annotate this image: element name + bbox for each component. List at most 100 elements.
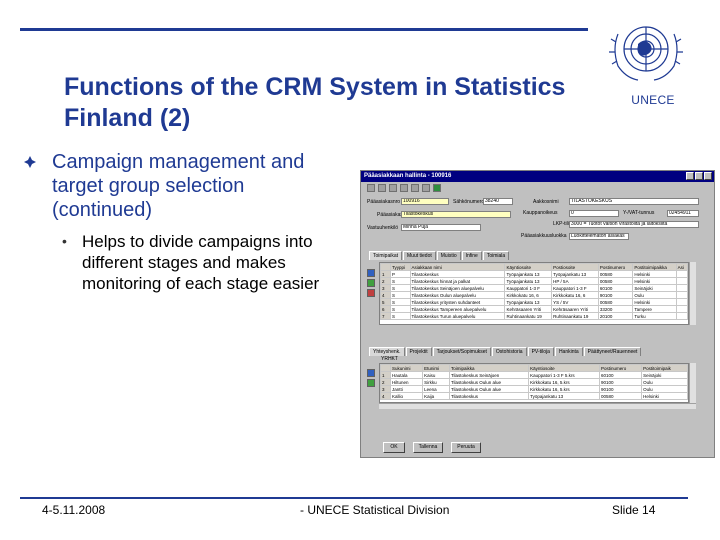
cell[interactable]: Ruhtinaankatu 19 [551, 312, 599, 320]
cell[interactable]: Tilastokeskus Seinäjoen aluepalvelu [409, 284, 506, 292]
cell[interactable]: Työpajankatu 13 [551, 270, 599, 278]
table-row[interactable]: 3 Jantti Leena Tilastokeskus Oulun alue … [380, 385, 688, 393]
contacts-vscroll[interactable] [689, 363, 696, 403]
table-row[interactable]: 4 Kallio Kaija Tilastokeskus Työpajankat… [380, 392, 688, 400]
field-sahkonro[interactable]: 38240 [483, 198, 513, 205]
cell[interactable]: Tilastokeskus Turun aluepalvelu [409, 312, 506, 320]
cell[interactable]: Leena [422, 385, 450, 393]
cell[interactable]: Kirkkokatu 16, 5.krs [528, 385, 600, 393]
table-row[interactable]: 3 S Tilastokeskus Seinäjoen aluepalvelu … [380, 284, 688, 292]
table-row[interactable]: 4 S Tilastokeskus Oulun aluepalvelu Kirk… [380, 291, 688, 299]
cell[interactable]: 00580 [598, 392, 643, 400]
field-aakkosnimi[interactable]: TILASTOKESKUS [569, 198, 699, 205]
tab-toimipaikat[interactable]: Toimipaikat [369, 251, 403, 260]
cell[interactable] [675, 298, 688, 306]
cell[interactable]: Helsinki [632, 270, 677, 278]
cell[interactable] [675, 291, 688, 299]
cell[interactable]: Tampere [632, 305, 677, 313]
cell[interactable] [675, 270, 688, 278]
cell[interactable]: Hiltunen [389, 378, 424, 386]
field-asiakasnro[interactable]: 100916 [401, 198, 449, 205]
field-lkp[interactable]: 3000 = Tuotot valtion virastoilta ja lai… [569, 221, 699, 228]
col-header[interactable]: Postinumero [597, 263, 634, 271]
col-header[interactable]: Etunimi [422, 364, 450, 372]
cell[interactable]: Helsinki [641, 392, 688, 400]
field-asiakas[interactable]: Tilastokeskus [401, 211, 511, 218]
col-header[interactable]: Käyntiosoite [504, 263, 553, 271]
table-row[interactable]: 2 Hiltunen Sirkku Tilastokeskus Oulun al… [380, 378, 688, 386]
cell[interactable]: Työpajankatu 13 [504, 277, 553, 285]
cell[interactable]: Tilastokeskus Seinäjoen [448, 371, 530, 379]
toolbar-lock-icon[interactable] [367, 184, 375, 192]
minimize-icon[interactable] [686, 172, 694, 180]
cell[interactable]: Seinäjoki [632, 284, 677, 292]
cell[interactable]: Kirkkokatu 16, 6 [551, 291, 599, 299]
tab-pv-tiloja[interactable]: PV-tiloja [527, 347, 554, 356]
close-icon[interactable] [704, 172, 712, 180]
edit-row-icon[interactable] [367, 279, 375, 287]
tab-paattyneet[interactable]: Päättyneet/Rauenneet [583, 347, 642, 356]
cell[interactable]: 33200 [597, 305, 634, 313]
toolbar-exit-icon[interactable] [433, 184, 441, 192]
cell[interactable]: Tilastokeskus [448, 392, 530, 400]
maximize-icon[interactable] [695, 172, 703, 180]
cell[interactable]: 90100 [598, 385, 643, 393]
toolbar-save-icon[interactable] [400, 184, 408, 192]
cell[interactable]: 60100 [597, 284, 634, 292]
tab-toimiala[interactable]: Toimiala [482, 251, 510, 260]
cell[interactable]: Tilastokeskus hinnat ja palkat [409, 277, 506, 285]
contacts-hscroll[interactable] [379, 403, 696, 409]
tab-muistio[interactable]: Muistio [436, 251, 461, 260]
cell[interactable]: Oulu [641, 385, 688, 393]
cell[interactable]: P [390, 270, 411, 278]
locations-vscroll[interactable] [689, 262, 696, 325]
cell[interactable]: Kauppatori 1-3 F 5.krs [528, 371, 600, 379]
toolbar-search-icon[interactable] [378, 184, 386, 192]
cell[interactable]: Oulu [632, 291, 677, 299]
cell[interactable]: Kehräsaaren Yriti [504, 305, 553, 313]
toolbar-delete-icon[interactable] [422, 184, 430, 192]
cell[interactable]: S [390, 284, 411, 292]
field-luokka[interactable]: Luokittelematon asiakas [569, 233, 629, 240]
col-header[interactable]: Postinumero [598, 364, 643, 372]
col-header[interactable]: Postitoimipaikka [632, 263, 677, 271]
cell[interactable]: Tilastokeskus Oulun aluepalvelu [409, 291, 506, 299]
cell[interactable]: Kirkkokatu 16, 5.krs [528, 378, 600, 386]
cell[interactable]: S [390, 305, 411, 313]
cell[interactable]: Jantti [389, 385, 424, 393]
cell[interactable] [675, 312, 688, 320]
cell[interactable]: S [390, 291, 411, 299]
cell[interactable]: S [390, 298, 411, 306]
cell[interactable]: Turku [632, 312, 677, 320]
table-row[interactable]: 5 S Tilastokeskus yritysten suhdanteet T… [380, 298, 688, 306]
tab-muut-tiedot[interactable]: Muut tiedot [403, 251, 436, 260]
col-header[interactable]: Postitoimipaik [641, 364, 688, 372]
table-row[interactable]: 6 S Tilastokeskus Tampereen aluepalvelu … [380, 305, 688, 313]
cell[interactable]: Oulu [641, 378, 688, 386]
table-row[interactable]: 1 Hautala Kaisu Tilastokeskus Seinäjoen … [380, 371, 688, 379]
add-row-icon[interactable] [367, 269, 375, 277]
cell[interactable] [675, 305, 688, 313]
cell[interactable]: Kauppatori 1-3 F [551, 284, 599, 292]
cell[interactable]: Tilastokeskus [409, 270, 506, 278]
cell[interactable]: 00580 [597, 270, 634, 278]
cell[interactable]: 90100 [597, 291, 634, 299]
cell[interactable]: HP / 5A [551, 277, 599, 285]
cell[interactable]: Seinäjoki [641, 371, 688, 379]
toolbar-new-icon[interactable] [389, 184, 397, 192]
cell[interactable]: Työpajankatu 13 [504, 270, 553, 278]
cell[interactable]: Tilastokeskus yritysten suhdanteet [409, 298, 506, 306]
tab-hankinta[interactable]: Hankinta [554, 347, 583, 356]
cell[interactable]: 20100 [597, 312, 634, 320]
cell[interactable]: Helsinki [632, 298, 677, 306]
edit-contact-icon[interactable] [367, 379, 375, 387]
field-ytunnus[interactable]: 02454911 [667, 210, 699, 217]
cell[interactable]: S [390, 312, 411, 320]
cell[interactable]: 90100 [598, 378, 643, 386]
cell[interactable] [675, 284, 688, 292]
tab-ostohistoria[interactable]: Ostohistoria [491, 347, 527, 356]
col-header[interactable]: Käyntiosoite [528, 364, 600, 372]
cell[interactable]: Työpajankatu 13 [528, 392, 600, 400]
save-button[interactable]: Tallenna [413, 442, 443, 453]
cell[interactable]: Tilastokeskus Oulun alue [448, 378, 530, 386]
